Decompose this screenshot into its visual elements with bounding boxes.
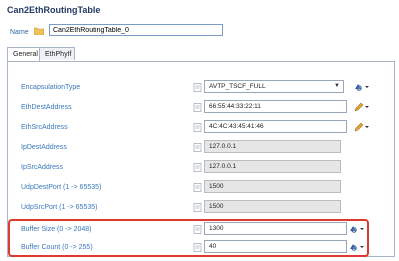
buffer-count-label: Buffer Count (0 -> 255) bbox=[21, 244, 93, 251]
buffer-count-input[interactable]: 40 bbox=[204, 240, 347, 253]
encapsulation-type-label: EncapsulationType bbox=[21, 84, 81, 91]
encapsulation-type-value: AVTP_TSCF_FULL bbox=[209, 83, 266, 90]
row-eth-dest-address: EthDestAddress 66:55:44:33:22:11 bbox=[8, 99, 396, 117]
pencil-edit-icon[interactable] bbox=[353, 122, 371, 132]
udp-dest-port-field: 1500 bbox=[204, 180, 341, 193]
encapsulation-type-select[interactable]: AVTP_TSCF_FULL ▼ bbox=[204, 80, 344, 93]
eth-dest-address-label: EthDestAddress bbox=[21, 104, 72, 111]
row-ip-src-address: IpSrcAddress 127.0.0.1 bbox=[8, 159, 396, 177]
row-buffer-size: Buffer Size (0 -> 2048) 1300 bbox=[8, 221, 396, 239]
value-source-icon[interactable] bbox=[353, 82, 371, 92]
row-udp-dest-port: UdpDestPort (1 -> 65535) 1500 bbox=[8, 179, 396, 197]
document-icon bbox=[193, 225, 202, 234]
udp-src-port-field: 1500 bbox=[204, 200, 341, 213]
row-ip-dest-address: IpDestAddress 127.0.0.1 bbox=[8, 139, 396, 157]
eth-src-address-input[interactable]: 4C:4C:43:45:41:46 bbox=[204, 120, 347, 133]
row-encapsulation-type: EncapsulationType AVTP_TSCF_FULL ▼ bbox=[8, 79, 396, 97]
udp-dest-port-label: UdpDestPort (1 -> 65535) bbox=[21, 184, 102, 191]
document-icon bbox=[193, 83, 202, 92]
udp-src-port-label: UdpSrcPort (1 -> 65535) bbox=[21, 204, 98, 211]
name-input[interactable] bbox=[49, 24, 223, 36]
folder-icon bbox=[34, 27, 44, 35]
value-source-icon[interactable] bbox=[348, 242, 366, 252]
ip-dest-address-field: 127.0.0.1 bbox=[204, 140, 341, 153]
tab-general[interactable]: General bbox=[7, 47, 40, 62]
page-title: Can2EthRoutingTable bbox=[7, 5, 101, 15]
document-icon bbox=[193, 163, 202, 172]
tab-ethphyif[interactable]: EthPhyIf bbox=[39, 47, 75, 60]
pencil-edit-icon[interactable] bbox=[353, 102, 371, 112]
general-panel: EncapsulationType AVTP_TSCF_FULL ▼ EthDe… bbox=[7, 61, 395, 257]
document-icon bbox=[193, 103, 202, 112]
document-icon bbox=[193, 143, 202, 152]
buffer-size-label: Buffer Size (0 -> 2048) bbox=[21, 226, 92, 233]
row-buffer-count: Buffer Count (0 -> 255) 40 bbox=[8, 239, 396, 257]
row-udp-src-port: UdpSrcPort (1 -> 65535) 1500 bbox=[8, 199, 396, 217]
eth-dest-address-input[interactable]: 66:55:44:33:22:11 bbox=[204, 100, 347, 113]
name-label: Name bbox=[10, 29, 29, 36]
chevron-down-icon: ▼ bbox=[334, 83, 340, 89]
row-eth-src-address: EthSrcAddress 4C:4C:43:45:41:46 bbox=[8, 119, 396, 137]
value-source-icon[interactable] bbox=[348, 224, 366, 234]
ip-dest-address-label: IpDestAddress bbox=[21, 144, 67, 151]
ip-src-address-label: IpSrcAddress bbox=[21, 164, 64, 171]
document-icon bbox=[193, 243, 202, 252]
document-icon bbox=[193, 183, 202, 192]
document-icon bbox=[193, 203, 202, 212]
document-icon bbox=[193, 123, 202, 132]
eth-src-address-label: EthSrcAddress bbox=[21, 124, 68, 131]
buffer-size-input[interactable]: 1300 bbox=[204, 222, 347, 235]
ip-src-address-field: 127.0.0.1 bbox=[204, 160, 341, 173]
